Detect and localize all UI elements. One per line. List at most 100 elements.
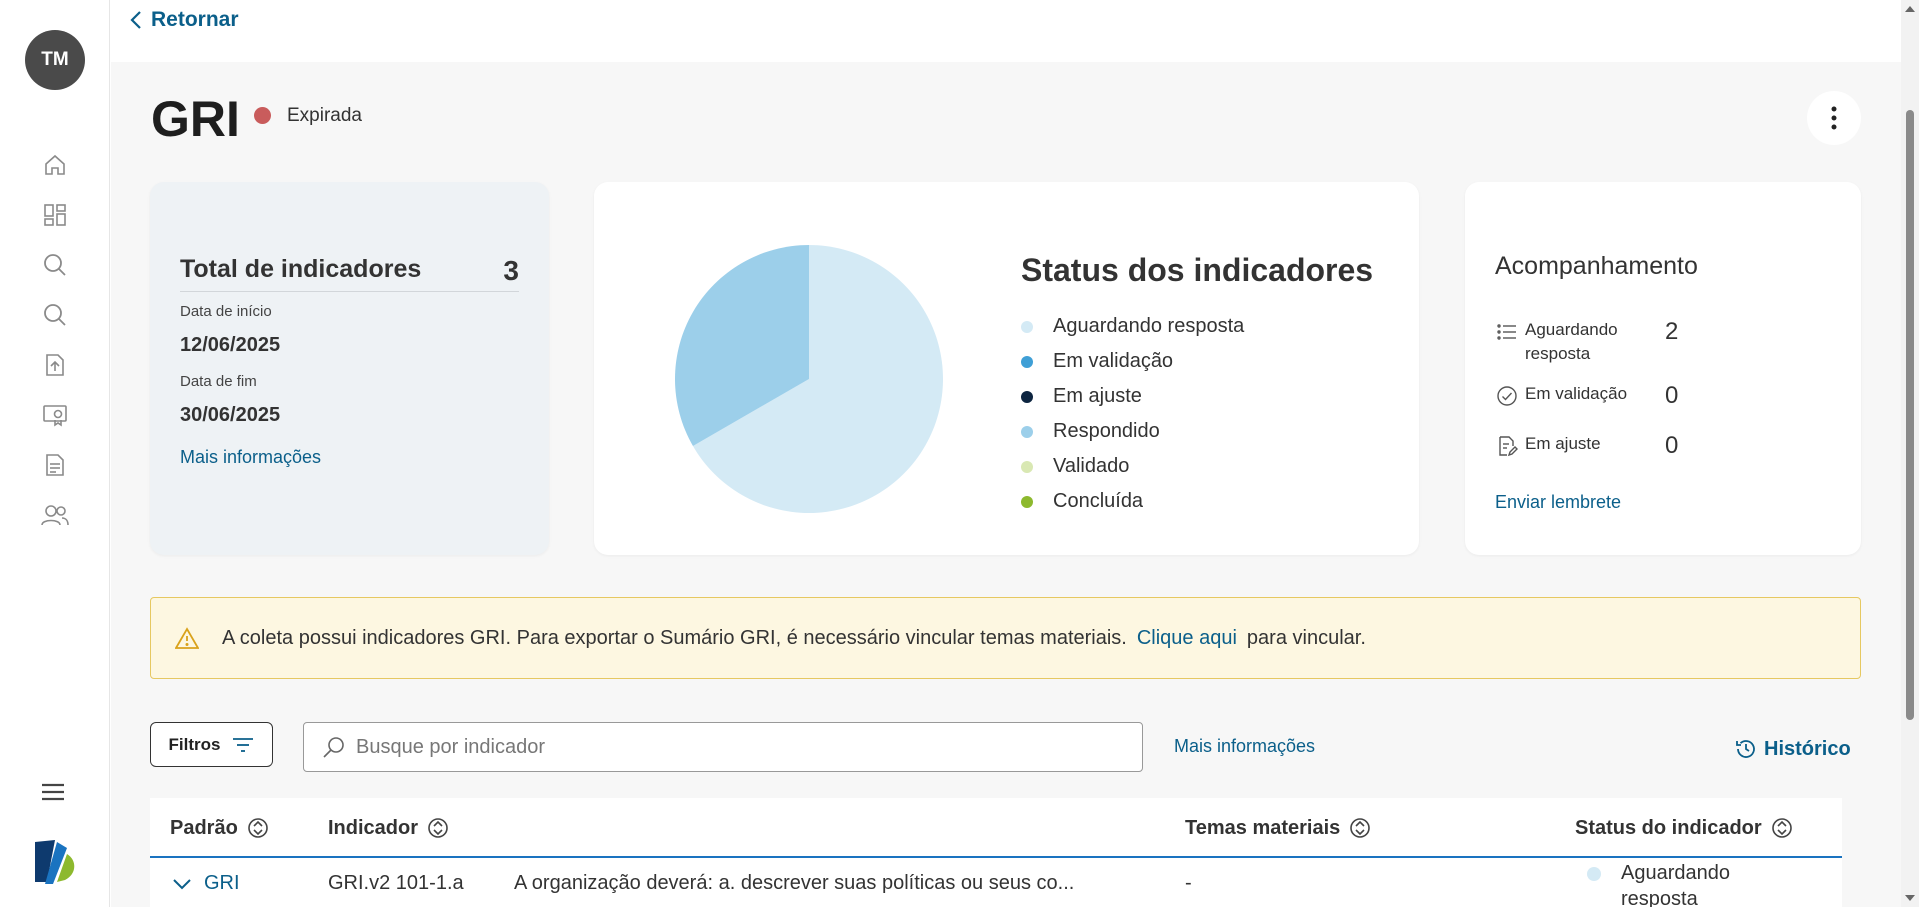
legend-label: Respondido [1053, 420, 1160, 442]
column-label: Temas materiais [1185, 816, 1341, 839]
scroll-thumb[interactable] [1906, 110, 1914, 720]
scroll-down-arrow-icon[interactable] [1905, 895, 1915, 901]
brand-logo [31, 838, 79, 886]
column-header-indicator[interactable]: Indicador [328, 816, 448, 840]
vertical-scrollbar[interactable] [1901, 0, 1919, 907]
main-content: GRI Expirada Total de indicadores 3 Data… [111, 62, 1901, 907]
legend-item: Em ajuste [1021, 379, 1244, 414]
column-header-status[interactable]: Status do indicador [1575, 816, 1792, 840]
expand-group-button[interactable]: GRI [172, 872, 240, 895]
tracking-row-validation: Em validação 0 [1495, 382, 1755, 410]
column-label: Status do indicador [1575, 816, 1762, 839]
users-icon[interactable] [40, 500, 70, 530]
indicators-table: Padrão Indicador Temas materiais Status … [150, 798, 1842, 907]
legend-label: Em validação [1053, 350, 1174, 372]
tracking-value: 0 [1665, 382, 1679, 409]
edit-document-icon [1499, 436, 1518, 457]
summary-card: Total de indicadores 3 Data de início 12… [150, 182, 549, 555]
standard-cell: GRI [204, 872, 240, 894]
warning-text-after: para vincular. [1246, 626, 1366, 649]
sidebar: TM [0, 0, 110, 907]
indicator-description-link[interactable]: A organização deverá: a. descrever suas … [514, 872, 1074, 895]
column-label: Padrão [170, 816, 238, 839]
home-icon[interactable] [40, 150, 70, 180]
status-dot [1587, 867, 1601, 881]
status-chart-card: Status dos indicadores Aguardando respos… [594, 182, 1419, 555]
chart-title: Status dos indicadores [1021, 252, 1374, 288]
table-row[interactable]: GRI GRI.v2 101-1.a A organização deverá:… [150, 860, 1842, 907]
search-field[interactable] [303, 722, 1143, 772]
warning-icon [175, 627, 199, 649]
sort-icon [1350, 818, 1371, 838]
legend-label: Aguardando resposta [1053, 315, 1245, 337]
tracking-label: Em validação [1525, 384, 1628, 403]
legend-label: Em ajuste [1053, 385, 1142, 407]
top-bar: Retornar [111, 0, 1901, 62]
end-date-label: Data de fim [180, 373, 257, 390]
tracking-label: Em ajuste [1525, 434, 1601, 453]
send-reminder-link[interactable]: Enviar lembrete [1495, 492, 1621, 513]
search-icon [323, 737, 344, 758]
certificate-icon[interactable] [40, 400, 70, 430]
tracking-row-awaiting: Aguardando resposta 2 [1495, 318, 1755, 366]
legend-dot [1021, 320, 1033, 333]
search-input[interactable] [356, 735, 1116, 759]
history-icon [1736, 740, 1755, 758]
legend-dot [1021, 460, 1033, 473]
history-label: Histórico [1764, 737, 1851, 760]
tracking-row-adjustment: Em ajuste 0 [1495, 432, 1755, 460]
more-options-button[interactable] [1807, 91, 1861, 145]
tracking-value: 2 [1665, 318, 1679, 345]
column-header-themes[interactable]: Temas materiais [1185, 816, 1371, 840]
report-icon[interactable] [40, 450, 70, 480]
legend-item: Em validação [1021, 344, 1244, 379]
status-badge: Expirada [287, 105, 362, 126]
dashboard-icon[interactable] [40, 200, 70, 230]
more-info-link[interactable]: Mais informações [1174, 736, 1315, 757]
upload-icon[interactable] [40, 350, 70, 380]
page-title: GRI [151, 91, 240, 147]
column-label: Indicador [328, 816, 419, 839]
chevron-left-icon [130, 11, 141, 29]
status-cell: Aguardando resposta [1587, 860, 1761, 907]
legend-item: Respondido [1021, 414, 1244, 449]
tracking-title: Acompanhamento [1495, 252, 1698, 280]
status-pie-chart [675, 245, 943, 513]
total-row: Total de indicadores 3 [180, 255, 519, 292]
legend-dot [1021, 425, 1033, 438]
warning-text: A coleta possui indicadores GRI. Para ex… [222, 626, 1127, 649]
check-circle-icon [1497, 386, 1517, 406]
kebab-icon [1831, 106, 1837, 130]
warning-banner: A coleta possui indicadores GRI. Para ex… [150, 597, 1861, 679]
start-date-value: 12/06/2025 [180, 334, 281, 356]
more-info-link[interactable]: Mais informações [180, 447, 321, 468]
chart-legend: Aguardando resposta Em validação Em ajus… [1021, 309, 1244, 519]
back-label: Retornar [151, 8, 239, 31]
sort-icon [428, 818, 448, 838]
legend-item: Aguardando resposta [1021, 309, 1244, 344]
legend-dot [1021, 355, 1033, 368]
status-label: Aguardando resposta [1621, 862, 1730, 907]
back-button[interactable]: Retornar [129, 8, 239, 32]
sort-icon [1771, 818, 1792, 838]
chevron-down-icon [173, 878, 191, 889]
total-value: 3 [503, 255, 519, 286]
legend-dot [1021, 495, 1033, 508]
search-icon[interactable] [40, 250, 70, 280]
list-icon [1497, 324, 1516, 340]
search-icon[interactable] [40, 300, 70, 330]
legend-label: Validado [1053, 455, 1130, 477]
filters-button[interactable]: Filtros [150, 722, 273, 767]
legend-item: Concluída [1021, 484, 1244, 519]
start-date-label: Data de início [180, 303, 272, 320]
menu-icon[interactable] [40, 777, 70, 807]
warning-link[interactable]: Clique aqui [1137, 627, 1237, 650]
sort-icon [248, 818, 268, 838]
history-button[interactable]: Histórico [1734, 737, 1851, 761]
scroll-up-arrow-icon[interactable] [1905, 6, 1915, 12]
status-dot [254, 107, 271, 124]
column-header-standard[interactable]: Padrão [170, 816, 268, 840]
tracking-value: 0 [1665, 432, 1679, 459]
legend-label: Concluída [1053, 490, 1144, 512]
avatar[interactable]: TM [25, 30, 85, 90]
